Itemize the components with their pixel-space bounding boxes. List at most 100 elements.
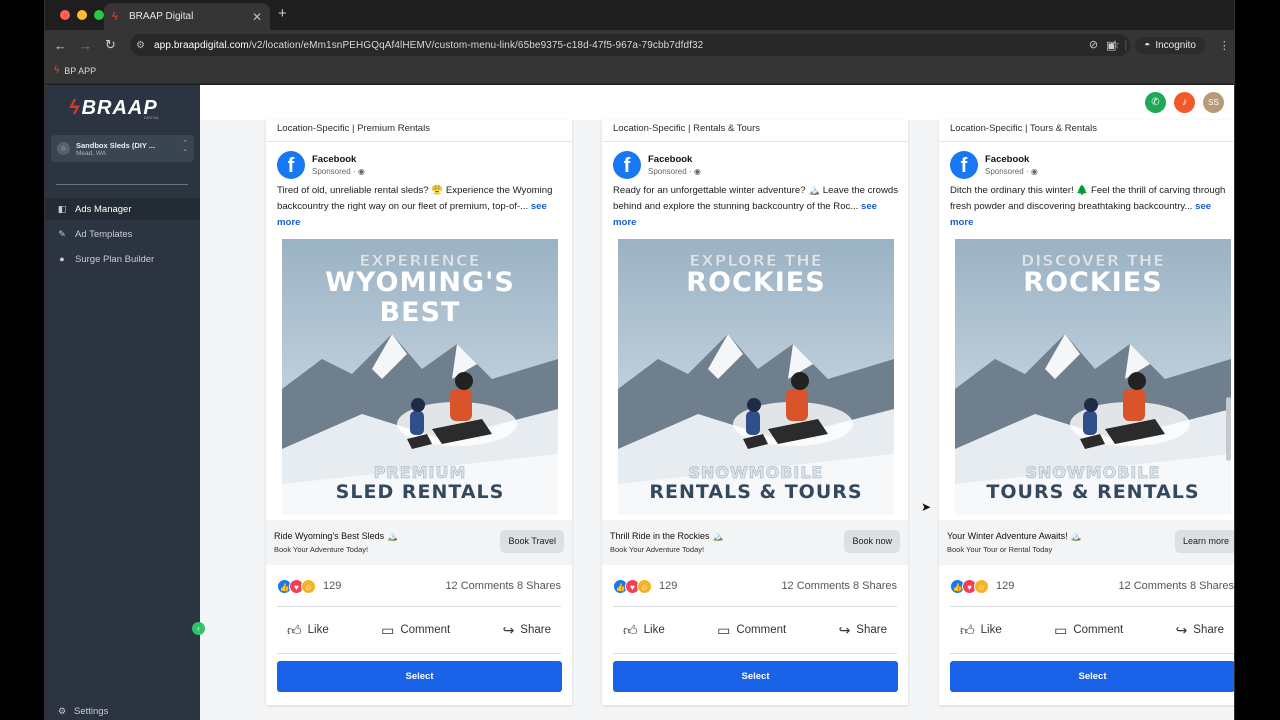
close-window-button[interactable] — [60, 10, 70, 20]
like-button[interactable]: 👍︎ Like — [960, 622, 1002, 639]
share-button[interactable]: ↪ Share — [503, 622, 551, 639]
reaction-count[interactable]: 129 — [323, 580, 341, 592]
incognito-badge[interactable]: ◓ Incognito — [1135, 36, 1205, 54]
globe-icon: ◉ — [1030, 167, 1038, 176]
action-row: 👍︎ Like ▭ Comment ↪ Share — [613, 616, 897, 644]
scrollbar-thumb[interactable] — [1226, 397, 1231, 461]
sidebar-item-settings[interactable]: ⚙ Settings — [57, 706, 108, 717]
tab-title: BRAAP Digital — [129, 11, 194, 22]
sidebar-divider — [56, 184, 188, 185]
reactions-row: 👍 ♥ ☺ 129 12 Comments 8 Shares — [613, 576, 897, 596]
reactions-row: 👍 ♥ ☺ 129 12 Comments 8 Shares — [277, 576, 561, 596]
comments-shares-count[interactable]: 12 Comments 8 Shares — [1118, 580, 1234, 592]
facebook-logo-icon[interactable]: f — [613, 151, 641, 179]
share-button[interactable]: ↪ Share — [839, 622, 887, 639]
account-name: Sandbox Sleds (DIY ... — [76, 140, 156, 150]
like-label: Like — [643, 624, 665, 636]
select-button[interactable]: Select — [613, 661, 898, 692]
reload-icon[interactable]: ↻ — [98, 37, 123, 53]
new-tab-icon[interactable]: + — [278, 5, 287, 22]
logo-subtext: DIGITAL — [144, 115, 160, 120]
ad-description: Book Your Tour or Rental Today — [947, 545, 1053, 554]
image-headline-line2: WYOMING'S — [325, 267, 515, 298]
phone-icon[interactable]: ✆ — [1145, 92, 1166, 113]
share-icon: ↪ — [838, 621, 851, 638]
fb-page-name[interactable]: Facebook — [312, 154, 365, 165]
browser-menu-icon[interactable]: ⋮ — [1219, 39, 1230, 52]
browser-tab[interactable]: ϟ BRAAP Digital ✕ — [104, 3, 270, 30]
cta-button[interactable]: Book now — [844, 530, 900, 553]
cta-button[interactable]: Learn more — [1174, 530, 1234, 553]
browser-toolbar: ← → ↻ ⚙ app.braapdigital.com/v2/location… — [45, 30, 1234, 60]
ad-creative-image[interactable]: EXPLORE THE ROCKIES SNOWMOBILE RENTALS &… — [618, 239, 894, 515]
select-button[interactable]: Select — [277, 661, 562, 692]
reactions-row: 👍 ♥ ☺ 129 12 Comments 8 Shares — [950, 576, 1234, 596]
sponsored-label: Sponsored · ◉ — [648, 167, 701, 176]
sidebar: ϟ BRAAP DIGITAL ⌂ Sandbox Sleds (DIY ...… — [45, 85, 200, 720]
logo-bolt-icon: ϟ — [69, 97, 80, 119]
comment-icon: ▭ — [717, 621, 731, 638]
site-settings-icon[interactable]: ⚙ — [136, 40, 154, 51]
ad-creative-image[interactable]: DISCOVER THE ROCKIES SNOWMOBILE TOURS & … — [955, 239, 1231, 515]
comment-button[interactable]: ▭ Comment — [717, 622, 786, 639]
share-button[interactable]: ↪ Share — [1176, 622, 1224, 639]
sponsored-text: Sponsored · — [312, 167, 358, 176]
maximize-window-button[interactable] — [94, 10, 104, 20]
facebook-logo-icon[interactable]: f — [950, 151, 978, 179]
ad-description: Book Your Adventure Today! — [274, 545, 369, 554]
comment-button[interactable]: ▭ Comment — [381, 622, 450, 639]
ad-preview-card: Location-Specific | Rentals & Tours f Fa… — [602, 120, 908, 705]
ad-creative-image[interactable]: EXPERIENCE WYOMING'S BEST PREMIUM SLED R… — [282, 239, 558, 515]
minimize-window-button[interactable] — [77, 10, 87, 20]
sidebar-item-ad-templates[interactable]: ✎ Ad Templates — [45, 223, 200, 245]
incognito-icon: ◓ — [1144, 39, 1151, 51]
ad-body-text: Ready for an unforgettable winter advent… — [613, 185, 899, 212]
share-label: Share — [856, 624, 887, 636]
fb-page-name[interactable]: Facebook — [985, 154, 1038, 165]
ad-headline: Ride Wyoming's Best Sleds 🏔️ — [274, 531, 398, 541]
bookmark-bp-app[interactable]: ϟ BP APP — [54, 65, 96, 76]
share-icon: ↪ — [502, 621, 515, 638]
notification-bell-icon[interactable]: ♪ — [1174, 92, 1195, 113]
ad-preview-card: Location-Specific | Tours & Rentals f Fa… — [939, 120, 1234, 705]
main-content: ✆ ♪ SS Location-Specific | Premium Renta… — [200, 85, 1234, 720]
haha-reaction-icon: ☺ — [637, 578, 652, 594]
fb-page-row: f Facebook Sponsored · ◉ — [613, 151, 701, 179]
select-button[interactable]: Select — [950, 661, 1234, 692]
cta-button[interactable]: Book Travel — [500, 530, 564, 553]
sponsored-label: Sponsored · ◉ — [312, 167, 365, 176]
ad-body-text: Ditch the ordinary this winter! 🌲 Feel t… — [950, 185, 1226, 212]
account-switcher[interactable]: ⌂ Sandbox Sleds (DIY ... Mead, WA ⌃ ⌄ — [51, 135, 194, 162]
back-arrow-icon[interactable]: ← — [48, 38, 73, 53]
like-button[interactable]: 👍︎ Like — [623, 622, 665, 639]
comment-button[interactable]: ▭ Comment — [1054, 622, 1123, 639]
user-avatar[interactable]: SS — [1203, 92, 1224, 113]
comments-shares-count[interactable]: 12 Comments 8 Shares — [781, 580, 897, 592]
action-row: 👍︎ Like ▭ Comment ↪ Share — [277, 616, 561, 644]
mouse-cursor-icon: ➤ — [921, 500, 932, 514]
thumbs-up-icon: 👍︎ — [287, 621, 302, 638]
toolbar-divider: | — [1124, 39, 1128, 51]
fb-page-name[interactable]: Facebook — [648, 154, 701, 165]
location-icon: ⌂ — [57, 142, 70, 155]
sidebar-item-surge-plan-builder[interactable]: ● Surge Plan Builder — [45, 248, 200, 270]
like-button[interactable]: 👍︎ Like — [287, 622, 329, 639]
ad-cta-row: Ride Wyoming's Best Sleds 🏔️ Book Your A… — [266, 520, 572, 565]
reaction-count[interactable]: 129 — [659, 580, 677, 592]
tab-search-icon[interactable]: ▣ — [1106, 39, 1116, 52]
fb-page-row: f Facebook Sponsored · ◉ — [277, 151, 365, 179]
forward-arrow-icon[interactable]: → — [73, 38, 98, 53]
like-label: Like — [980, 624, 1002, 636]
globe-icon: ◉ — [693, 167, 701, 176]
address-bar[interactable]: ⚙ app.braapdigital.com/v2/location/eMm1s… — [130, 34, 1130, 56]
reaction-count[interactable]: 129 — [996, 580, 1014, 592]
facebook-logo-icon[interactable]: f — [277, 151, 305, 179]
sidebar-item-ads-manager[interactable]: ◧ Ads Manager — [45, 198, 200, 220]
thumbs-up-icon: 👍︎ — [960, 621, 975, 638]
image-footer-line1: SNOWMOBILE — [688, 463, 824, 483]
comments-shares-count[interactable]: 12 Comments 8 Shares — [445, 580, 561, 592]
url-text[interactable]: app.braapdigital.com/v2/location/eMm1snP… — [154, 40, 703, 51]
close-tab-icon[interactable]: ✕ — [252, 10, 262, 24]
collapse-sidebar-button[interactable]: ‹ — [192, 622, 205, 635]
ad-primary-text: Ditch the ordinary this winter! 🌲 Feel t… — [950, 183, 1234, 231]
